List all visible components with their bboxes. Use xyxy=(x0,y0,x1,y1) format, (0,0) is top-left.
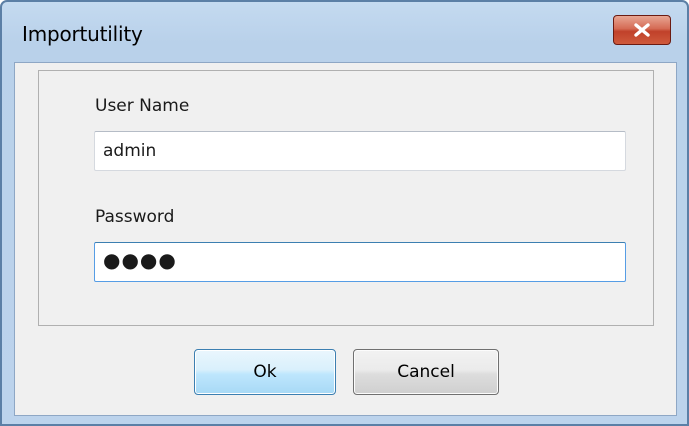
cancel-button[interactable]: Cancel xyxy=(353,349,499,395)
credentials-group: User Name admin Password ●●●● xyxy=(38,70,654,326)
dialog-body: User Name admin Password ●●●● Ok Cancel xyxy=(14,62,677,416)
username-field[interactable]: admin xyxy=(94,131,626,171)
dialog-window: Importutility User Name admin Password ●… xyxy=(0,0,689,426)
close-button[interactable] xyxy=(613,15,671,45)
password-field[interactable]: ●●●● xyxy=(94,242,626,282)
username-label: User Name xyxy=(95,96,190,116)
ok-button[interactable]: Ok xyxy=(194,349,336,395)
username-value: admin xyxy=(103,141,157,161)
password-label: Password xyxy=(95,207,175,227)
password-value: ●●●● xyxy=(103,248,177,272)
title-bar[interactable]: Importutility xyxy=(2,2,687,62)
window-title: Importutility xyxy=(22,22,143,46)
close-icon xyxy=(634,23,650,37)
